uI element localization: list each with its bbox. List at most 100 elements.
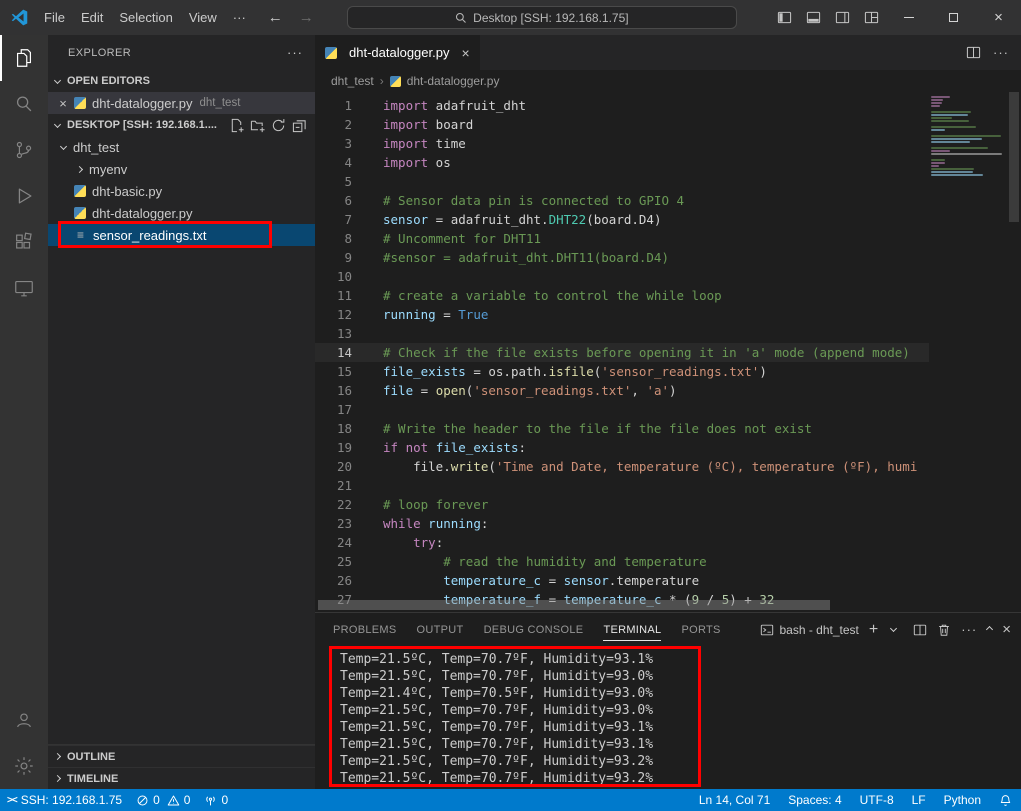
open-editors-header[interactable]: OPEN EDITORS (48, 70, 315, 92)
code-line[interactable]: 4import os (315, 153, 929, 172)
terminal-output[interactable]: Temp=21.5ºC, Temp=70.7ºF, Humidity=93.1%… (315, 646, 1021, 789)
code-line[interactable]: 21 (315, 476, 929, 495)
breadcrumb-file[interactable]: dht-datalogger.py (407, 74, 500, 88)
panel-tab-debug-console[interactable]: DEBUG CONSOLE (474, 613, 594, 646)
settings-gear-icon[interactable] (0, 743, 48, 789)
maximize-panel-chevron-icon[interactable] (986, 626, 993, 633)
minimap[interactable] (931, 96, 1007, 177)
minimize-button[interactable] (886, 0, 931, 35)
line-number[interactable]: 22 (315, 495, 352, 514)
notifications-bell-icon[interactable] (990, 789, 1021, 811)
code-line[interactable]: 8# Uncomment for DHT11 (315, 229, 929, 248)
remote-explorer-icon[interactable] (0, 265, 48, 311)
panel-tab-ports[interactable]: PORTS (671, 613, 730, 646)
close-window-button[interactable]: × (976, 0, 1021, 35)
code-line[interactable]: 2import board (315, 115, 929, 134)
panel-tab-output[interactable]: OUTPUT (407, 613, 474, 646)
navigate-forward-button[interactable]: → (299, 9, 314, 26)
split-editor-icon[interactable] (966, 45, 981, 60)
code-line[interactable]: 25 # read the humidity and temperature (315, 552, 929, 571)
line-number[interactable]: 15 (315, 362, 352, 381)
close-panel-icon[interactable]: × (1002, 621, 1011, 638)
panel-tab-terminal[interactable]: TERMINAL (593, 613, 671, 646)
line-number[interactable]: 23 (315, 514, 352, 533)
line-number[interactable]: 7 (315, 210, 352, 229)
code-line[interactable]: 17 (315, 400, 929, 419)
line-number[interactable]: 10 (315, 267, 352, 286)
code-line[interactable]: 26 temperature_c = sensor.temperature (315, 571, 929, 590)
toggle-secondary-sidebar-icon[interactable] (828, 0, 857, 35)
search-sidebar-icon[interactable] (0, 81, 48, 127)
line-number[interactable]: 24 (315, 533, 352, 552)
line-number[interactable]: 9 (315, 248, 352, 267)
editor-more-actions-icon[interactable]: ··· (993, 45, 1009, 60)
terminal-selector[interactable]: bash - dht_test (760, 623, 859, 637)
menu-selection[interactable]: Selection (111, 6, 180, 29)
run-debug-icon[interactable] (0, 173, 48, 219)
extensions-icon[interactable] (0, 219, 48, 265)
workspace-section-header[interactable]: DESKTOP [SSH: 192.168.1.... (48, 114, 315, 136)
line-number[interactable]: 11 (315, 286, 352, 305)
tab-dht-datalogger[interactable]: dht-datalogger.py × (315, 35, 480, 70)
open-editor-item[interactable]: × dht-datalogger.py dht_test (48, 92, 315, 114)
code-line[interactable]: 23while running: (315, 514, 929, 533)
close-editor-icon[interactable]: × (55, 96, 71, 111)
ports-status[interactable]: 0 (197, 789, 235, 811)
split-terminal-icon[interactable] (913, 623, 927, 637)
line-number[interactable]: 12 (315, 305, 352, 324)
source-control-icon[interactable] (0, 127, 48, 173)
code-line[interactable]: 10 (315, 267, 929, 286)
eol-status[interactable]: LF (903, 789, 935, 811)
code-line[interactable]: 1import adafruit_dht (315, 96, 929, 115)
line-number[interactable]: 1 (315, 96, 352, 115)
line-number[interactable]: 13 (315, 324, 352, 343)
toggle-primary-sidebar-icon[interactable] (770, 0, 799, 35)
new-file-icon[interactable] (229, 118, 244, 133)
tree-item-dht-datalogger-py[interactable]: dht-datalogger.py (48, 202, 315, 224)
line-number[interactable]: 21 (315, 476, 352, 495)
code-line[interactable]: 14# Check if the file exists before open… (315, 343, 929, 362)
outline-section-header[interactable]: OUTLINE (48, 745, 315, 767)
navigate-back-button[interactable]: ← (268, 9, 283, 26)
refresh-icon[interactable] (271, 118, 286, 133)
language-mode[interactable]: Python (935, 789, 990, 811)
line-number[interactable]: 3 (315, 134, 352, 153)
command-center-search[interactable]: Desktop [SSH: 192.168.1.75] (347, 6, 737, 29)
line-number[interactable]: 6 (315, 191, 352, 210)
menu-file[interactable]: File (36, 6, 73, 29)
line-number[interactable]: 26 (315, 571, 352, 590)
line-number[interactable]: 19 (315, 438, 352, 457)
new-terminal-icon[interactable]: + (869, 622, 878, 638)
line-number[interactable]: 14 (315, 343, 352, 362)
line-number[interactable]: 8 (315, 229, 352, 248)
line-number[interactable]: 17 (315, 400, 352, 419)
menu-view[interactable]: View (181, 6, 225, 29)
line-number[interactable]: 4 (315, 153, 352, 172)
vertical-scrollbar[interactable] (1009, 92, 1019, 222)
code-line[interactable]: 12running = True (315, 305, 929, 324)
terminal-dropdown-chevron-icon[interactable] (890, 625, 897, 632)
code-line[interactable]: 18# Write the header to the file if the … (315, 419, 929, 438)
code-line[interactable]: 20 file.write('Time and Date, temperatur… (315, 457, 929, 476)
line-number[interactable]: 5 (315, 172, 352, 191)
code-line[interactable]: 15file_exists = os.path.isfile('sensor_r… (315, 362, 929, 381)
line-number[interactable]: 25 (315, 552, 352, 571)
encoding-status[interactable]: UTF-8 (851, 789, 903, 811)
code-line[interactable]: 9#sensor = adafruit_dht.DHT11(board.D4) (315, 248, 929, 267)
panel-more-actions-icon[interactable]: ··· (961, 622, 977, 637)
line-number[interactable]: 18 (315, 419, 352, 438)
code-line[interactable]: 19if not file_exists: (315, 438, 929, 457)
timeline-section-header[interactable]: TIMELINE (48, 767, 315, 789)
code-line[interactable]: 3import time (315, 134, 929, 153)
explorer-more-actions-icon[interactable]: ··· (287, 45, 303, 60)
new-folder-icon[interactable] (250, 118, 265, 133)
tree-item-myenv[interactable]: myenv (48, 158, 315, 180)
line-number[interactable]: 16 (315, 381, 352, 400)
breadcrumb-folder[interactable]: dht_test (331, 74, 374, 88)
menu-more[interactable]: ··· (225, 6, 254, 29)
tree-item-sensor-readings-txt[interactable]: ≡sensor_readings.txt (48, 224, 315, 246)
horizontal-scrollbar[interactable] (318, 600, 830, 610)
code-line[interactable]: 7sensor = adafruit_dht.DHT22(board.D4) (315, 210, 929, 229)
kill-terminal-trash-icon[interactable] (937, 623, 951, 637)
code-line[interactable]: 24 try: (315, 533, 929, 552)
